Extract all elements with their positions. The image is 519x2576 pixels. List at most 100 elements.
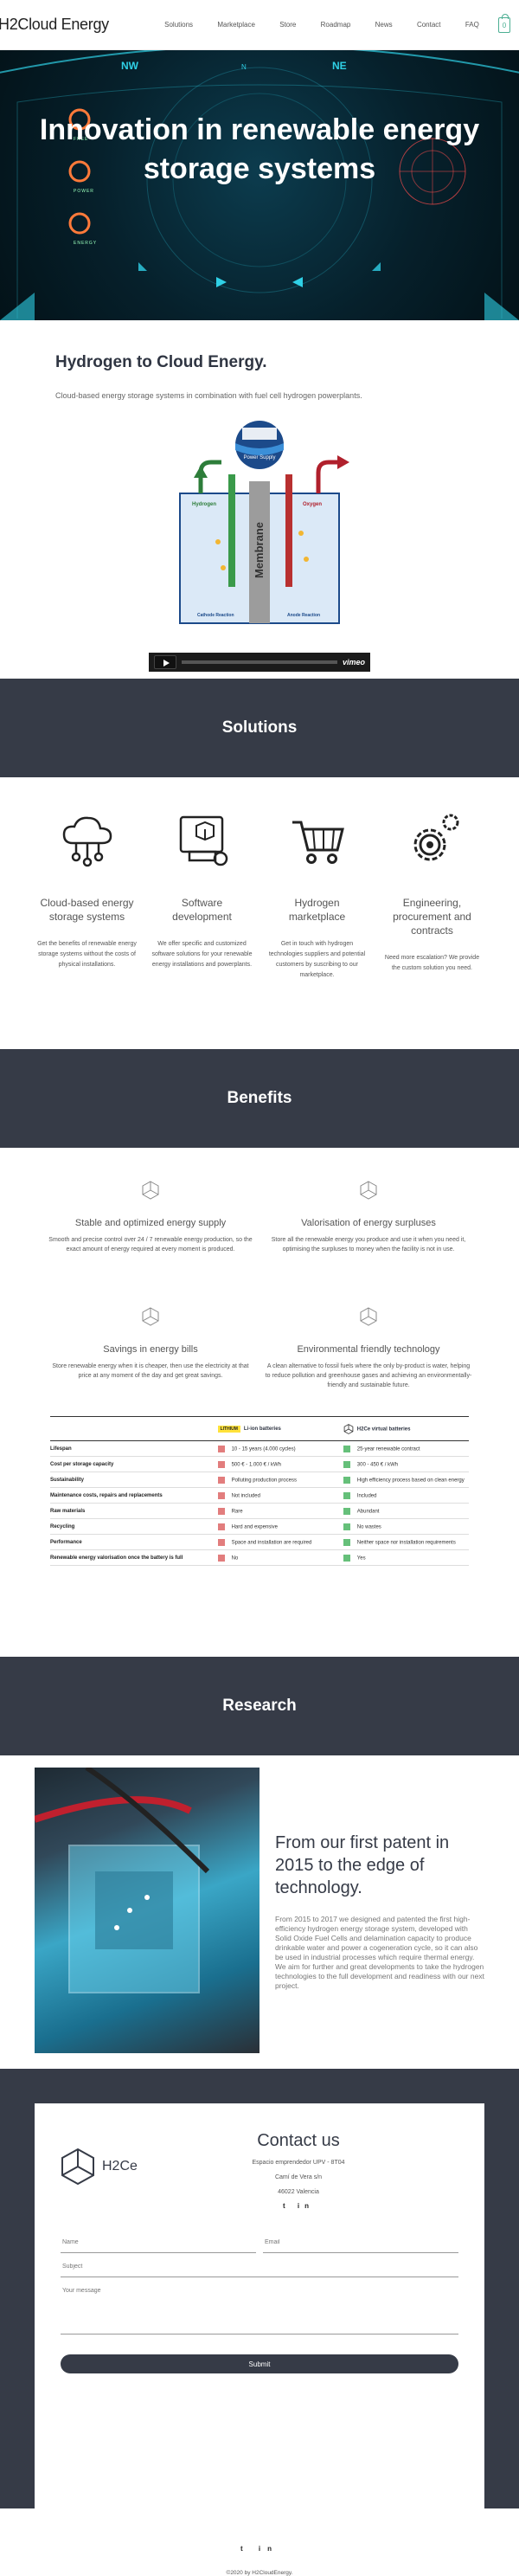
contact-info: Contact us Espacio emprendedor UPV - 8T0… <box>190 2122 458 2210</box>
cathode-label: Cathode Reaction <box>197 613 234 618</box>
negative-marker <box>217 1523 225 1530</box>
video-player[interactable]: Power Supply Membrane Hydrogen Oxygen Ca… <box>149 421 370 672</box>
benefit-title: Environmental friendly technology <box>297 1343 440 1355</box>
intro-section: Hydrogen to Cloud Energy. Cloud-based en… <box>0 320 519 679</box>
compass-ne: NE <box>332 60 347 72</box>
contact-address-line: 46022 Valencia <box>278 2189 319 2195</box>
table-row: Performance Space and installation are re… <box>50 1534 469 1550</box>
row-label: Renewable energy valorisation once the b… <box>50 1549 218 1566</box>
oxygen-label: Oxygen <box>303 502 322 507</box>
hydrogen-label: Hydrogen <box>192 502 216 507</box>
negative-marker <box>217 1507 225 1515</box>
benefit-text: Smooth and precise control over 24 / 7 r… <box>48 1237 253 1253</box>
intro-text: Cloud-based energy storage systems in co… <box>55 391 362 400</box>
negative-marker <box>217 1460 225 1468</box>
message-field[interactable] <box>61 2283 458 2334</box>
negative-marker <box>217 1538 225 1546</box>
nav-store[interactable]: Store <box>279 21 296 29</box>
contact-card: H2Ce Contact us Espacio emprendedor UPV … <box>35 2103 484 2508</box>
twitter-icon[interactable]: t <box>283 2202 291 2210</box>
subject-field[interactable] <box>61 2257 458 2277</box>
electrolysis-diagram: Power Supply Membrane Hydrogen Oxygen Ca… <box>179 421 349 624</box>
contact-address-line: Camí de Vera s/n <box>274 2174 323 2180</box>
nav-roadmap[interactable]: Roadmap <box>321 21 351 29</box>
benefit-text: Store renewable energy when it is cheape… <box>52 1362 249 1379</box>
row-label: Raw materials <box>50 1503 218 1519</box>
table-row: Maintenance costs, repairs and replaceme… <box>50 1487 469 1504</box>
nav-faq[interactable]: FAQ <box>465 21 479 29</box>
video-progress-bar[interactable] <box>182 660 337 664</box>
row-label: Lifespan <box>50 1440 218 1457</box>
negative-marker <box>217 1476 225 1484</box>
contact-form: Submit <box>61 2232 458 2373</box>
linkedin-icon[interactable]: in <box>259 2545 279 2553</box>
vimeo-logo[interactable]: vimeo <box>343 658 365 667</box>
h2ce-value: 300 - 450 € / kWh <box>343 1456 469 1472</box>
nav-solutions[interactable]: Solutions <box>164 21 193 29</box>
benefits-banner: Benefits <box>0 1049 519 1148</box>
submit-button[interactable]: Submit <box>61 2354 458 2373</box>
solutions-banner: Solutions <box>0 679 519 777</box>
main-nav: Solutions Marketplace Store Roadmap News… <box>145 21 498 29</box>
email-field[interactable] <box>263 2232 458 2253</box>
h2ce-logo-icon <box>61 2148 94 2185</box>
video-controls: vimeo <box>149 653 370 672</box>
anode-label: Anode Reaction <box>287 613 320 618</box>
solution-title: Software development <box>172 897 232 923</box>
research-text: From 2015 to 2017 we designed and patent… <box>275 1915 484 1990</box>
solution-engineering: Engineering, procurement and contracts N… <box>381 810 484 1049</box>
play-button[interactable] <box>154 655 176 669</box>
li-ion-value: Polluting production process <box>217 1472 343 1488</box>
lithium-badge: LITHIUM <box>217 1425 240 1433</box>
h2ce-value: Neither space nor installation requireme… <box>343 1534 469 1550</box>
h2ce-value: High efficiency process based on clean e… <box>343 1472 469 1488</box>
power-supply-label: Power Supply <box>243 455 275 460</box>
table-row: Raw materials Rare Abundant <box>50 1503 469 1519</box>
nav-news[interactable]: News <box>375 21 393 29</box>
table-header-empty <box>50 1416 218 1441</box>
hexagon-icon <box>142 1181 159 1200</box>
hero-label-power: POWER <box>74 189 94 194</box>
positive-marker <box>343 1554 350 1562</box>
table-row: Lifespan 10 - 15 years (4.000 cycles) 25-y… <box>50 1440 469 1457</box>
li-ion-value: Space and installation are required <box>217 1534 343 1550</box>
nav-contact[interactable]: Contact <box>417 21 441 29</box>
hero-banner: NW N NE FREE POWER ENERGY Innovation in … <box>0 50 519 320</box>
twitter-icon[interactable]: t <box>240 2545 250 2553</box>
li-ion-value: Not included <box>217 1487 343 1504</box>
solution-text: We offer specific and customized softwar… <box>151 941 253 968</box>
comparison-table-body: Lifespan 10 - 15 years (4.000 cycles) 25-y… <box>50 1440 469 1566</box>
contact-title: Contact us <box>257 2131 340 2150</box>
benefit-item: Environmental friendly technology A clea… <box>260 1306 477 1417</box>
negative-marker <box>217 1554 225 1562</box>
nav-marketplace[interactable]: Marketplace <box>217 21 255 29</box>
cloud-network-icon <box>62 816 112 867</box>
fuel-cell-illustration <box>35 1768 210 1993</box>
fuel-cell-photo <box>35 1768 260 2053</box>
contact-form-row <box>61 2232 458 2253</box>
benefit-title: Valorisation of energy surpluses <box>301 1218 436 1228</box>
table-row: Sustainability Polluting production proce… <box>50 1472 469 1488</box>
h2ce-value: Included <box>343 1487 469 1504</box>
intro-title: Hydrogen to Cloud Energy. <box>55 353 267 371</box>
h2ce-value: Abundant <box>343 1503 469 1519</box>
copyright-text: ©2020 by H2CloudEnergy. <box>226 2570 293 2576</box>
cart-icon[interactable]: 0 <box>498 13 510 33</box>
site-logo[interactable]: H2Cloud Energy <box>0 16 145 34</box>
positive-marker <box>343 1523 350 1530</box>
benefit-title: Stable and optimized energy supply <box>74 1218 227 1228</box>
name-field[interactable] <box>61 2232 256 2253</box>
positive-marker <box>343 1538 350 1546</box>
negative-marker <box>217 1445 225 1452</box>
contact-address-line: Espacio emprendedor UPV - 8T04 <box>252 2160 345 2166</box>
row-label: Cost per storage capacity <box>50 1456 218 1472</box>
research-banner: Research <box>0 1657 519 1755</box>
solution-text: Get the benefits of renewable energy sto… <box>37 941 137 968</box>
positive-marker <box>343 1445 350 1452</box>
positive-marker <box>343 1507 350 1515</box>
compass-n: N <box>241 63 247 71</box>
table-row: Renewable energy valorisation once the b… <box>50 1549 469 1566</box>
solution-marketplace: Hydrogen marketplace Get in touch with h… <box>266 810 368 1049</box>
shopping-cart-icon <box>292 821 344 864</box>
linkedin-icon[interactable]: in <box>298 2202 314 2210</box>
